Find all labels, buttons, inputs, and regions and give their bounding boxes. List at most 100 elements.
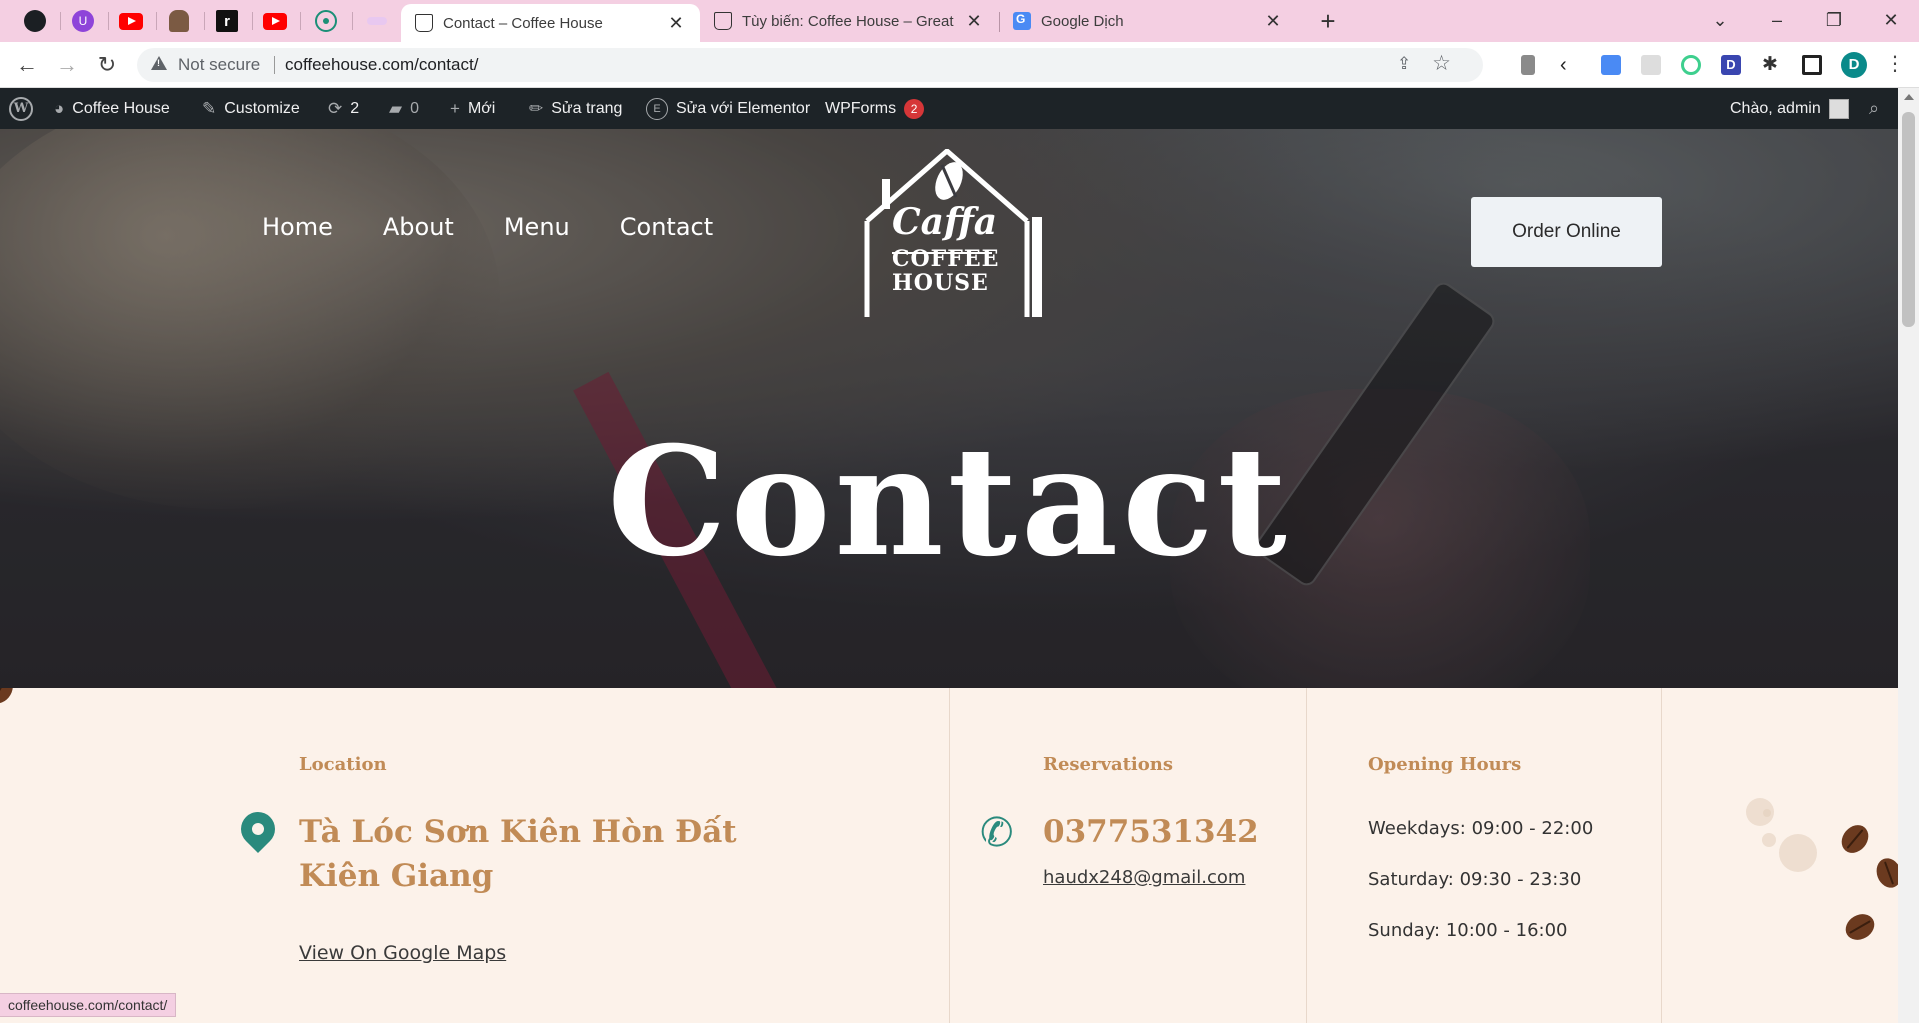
comments-link[interactable]: ▰ 0 <box>389 88 419 129</box>
site-logo[interactable]: Caffa COFFEE HOUSE <box>864 147 1064 319</box>
r-icon[interactable]: r <box>214 8 240 34</box>
warning-icon[interactable] <box>151 56 167 70</box>
forward-icon[interactable]: → <box>53 51 81 79</box>
customize-link[interactable]: ✎ Customize <box>202 88 300 129</box>
security-label[interactable]: Not secure <box>178 55 260 75</box>
coffee-bean-decoration <box>1836 819 1874 859</box>
divider <box>1661 688 1662 1023</box>
blank-icon[interactable] <box>364 8 390 34</box>
purple-u-icon[interactable]: U <box>70 8 96 34</box>
minimize-button[interactable]: – <box>1762 5 1792 35</box>
contact-info-section: Location Tà Lóc Sơn Kiên Hòn Đất Kiên Gi… <box>0 688 1898 1023</box>
nav-home[interactable]: Home <box>262 213 333 241</box>
elementor-icon: E <box>646 97 668 120</box>
tab-contact[interactable]: Contact – Coffee House ✕ <box>401 4 700 42</box>
youtube-icon[interactable] <box>118 8 144 34</box>
logo-script-text: Caffa <box>892 201 998 243</box>
order-online-button[interactable]: Order Online <box>1471 197 1662 267</box>
plus-icon: + <box>450 98 460 118</box>
close-icon[interactable]: ✕ <box>1263 11 1283 32</box>
extension-icon[interactable] <box>1681 55 1701 75</box>
wpforms-label: WPForms <box>825 99 897 117</box>
google-maps-link[interactable]: View On Google Maps <box>299 942 506 964</box>
figure-icon[interactable] <box>166 8 192 34</box>
nav-contact[interactable]: Contact <box>620 213 713 241</box>
hours-saturday: Saturday: 09:30 - 23:30 <box>1368 869 1582 890</box>
d-extension-icon[interactable]: D <box>1721 55 1741 75</box>
url-text[interactable]: coffeehouse.com/contact/ <box>285 55 478 75</box>
tab-divider <box>352 12 353 30</box>
back-icon[interactable]: ← <box>13 51 41 79</box>
close-icon[interactable]: ✕ <box>964 11 984 32</box>
search-icon[interactable]: ⌕ <box>1869 88 1879 129</box>
menu-icon[interactable]: ⋮ <box>1885 51 1905 76</box>
side-panel-icon[interactable] <box>1802 55 1822 75</box>
address: Tà Lóc Sơn Kiên Hòn Đất Kiên Giang <box>299 810 759 898</box>
divider <box>949 688 950 1023</box>
puzzle-icon[interactable]: ✱ <box>1762 55 1782 75</box>
customize-label: Customize <box>224 99 300 117</box>
account-menu[interactable]: Chào, admin <box>1730 88 1849 129</box>
restore-button[interactable]: ❐ <box>1819 5 1849 35</box>
google-translate-icon[interactable] <box>1601 55 1621 75</box>
nav-about[interactable]: About <box>383 213 454 241</box>
logo-text: COFFEE HOUSE <box>892 247 999 295</box>
main-nav: Home About Menu Contact <box>262 213 763 241</box>
email-link[interactable]: haudx248@gmail.com <box>1043 867 1245 888</box>
phone-icon: ✆ <box>980 811 1014 855</box>
coffee-bean-decoration <box>0 688 18 708</box>
new-tab-button[interactable]: + <box>1313 6 1343 37</box>
divider <box>1306 688 1307 1023</box>
status-url-bubble: coffeehouse.com/contact/ <box>0 993 177 1017</box>
extension-icon[interactable] <box>1521 55 1535 75</box>
extension-icon[interactable] <box>1641 55 1661 75</box>
nav-menu[interactable]: Menu <box>504 213 570 241</box>
reload-icon[interactable]: ↻ <box>93 51 121 79</box>
chevron-left-icon[interactable]: ‹ <box>1560 55 1580 75</box>
comments-count: 0 <box>410 99 419 117</box>
tab-divider <box>300 12 301 30</box>
tab-search-icon[interactable]: ⌄ <box>1705 5 1735 35</box>
coffee-stain-decoration <box>1779 834 1817 872</box>
wpforms-link[interactable]: WPForms 2 <box>825 88 925 129</box>
phone-number[interactable]: 0377531342 <box>1043 810 1259 854</box>
page-scrollbar[interactable] <box>1898 88 1919 1023</box>
wp-admin-bar: W ◕ Coffee House ✎ Customize ⟳ 2 ▰ 0 + M… <box>0 88 1898 129</box>
scrollbar-thumb[interactable] <box>1902 112 1915 327</box>
omnibox[interactable]: Not secure coffeehouse.com/contact/ ⇪ ☆ <box>137 48 1483 82</box>
elementor-label: Sửa với Elementor <box>676 99 811 117</box>
tab-google-translate[interactable]: Google Dịch ✕ <box>999 0 1297 42</box>
bookmark-star-icon[interactable]: ☆ <box>1432 51 1451 76</box>
updates-link[interactable]: ⟳ 2 <box>328 88 359 129</box>
tab-customize[interactable]: Tùy biến: Coffee House – Great T ✕ <box>700 0 998 42</box>
updates-count: 2 <box>350 99 360 117</box>
edit-page-label: Sửa trang <box>551 99 623 117</box>
tab-title: Tùy biến: Coffee House – Great T <box>742 12 956 30</box>
coffee-bean-decoration <box>1841 909 1879 945</box>
map-pin-icon <box>233 804 283 854</box>
site-name-link[interactable]: ◕ Coffee House <box>54 88 170 129</box>
wordpress-icon: W <box>9 96 33 121</box>
coffee-cup-icon <box>415 14 433 32</box>
reservations-label: Reservations <box>1043 754 1173 775</box>
wordpress-logo[interactable]: W <box>9 88 33 129</box>
google-translate-icon <box>1013 12 1031 30</box>
close-icon[interactable]: ✕ <box>666 13 686 34</box>
divider <box>274 56 275 74</box>
logo-line-1: COFFEE <box>892 246 1000 272</box>
github-icon[interactable] <box>22 8 48 34</box>
edit-page-link[interactable]: ✏ Sửa trang <box>529 88 622 129</box>
youtube-icon[interactable] <box>262 8 288 34</box>
react-icon[interactable] <box>313 8 339 34</box>
share-icon[interactable]: ⇪ <box>1397 54 1417 74</box>
elementor-link[interactable]: E Sửa với Elementor <box>646 88 810 129</box>
profile-avatar[interactable]: D <box>1841 52 1867 78</box>
scroll-up-icon[interactable] <box>1904 94 1914 100</box>
opening-hours-label: Opening Hours <box>1368 754 1522 775</box>
logo-line-2: HOUSE <box>892 270 989 296</box>
new-label: Mới <box>467 99 496 117</box>
comment-icon: ▰ <box>389 98 403 118</box>
close-window-button[interactable]: ✕ <box>1876 5 1906 35</box>
new-content-link[interactable]: + Mới <box>450 88 495 129</box>
updates-icon: ⟳ <box>328 98 343 118</box>
